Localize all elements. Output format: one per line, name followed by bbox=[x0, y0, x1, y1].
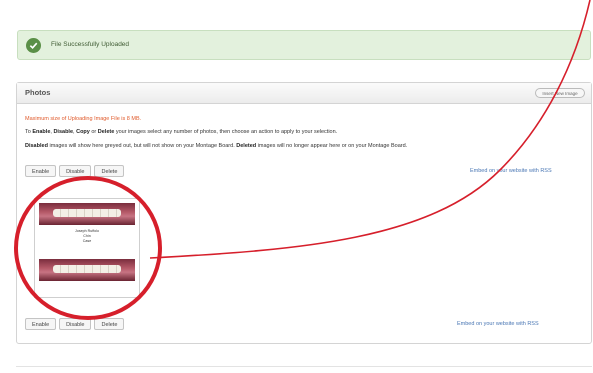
footer-divider bbox=[16, 366, 592, 367]
annotation-arrow-line bbox=[149, 0, 591, 259]
